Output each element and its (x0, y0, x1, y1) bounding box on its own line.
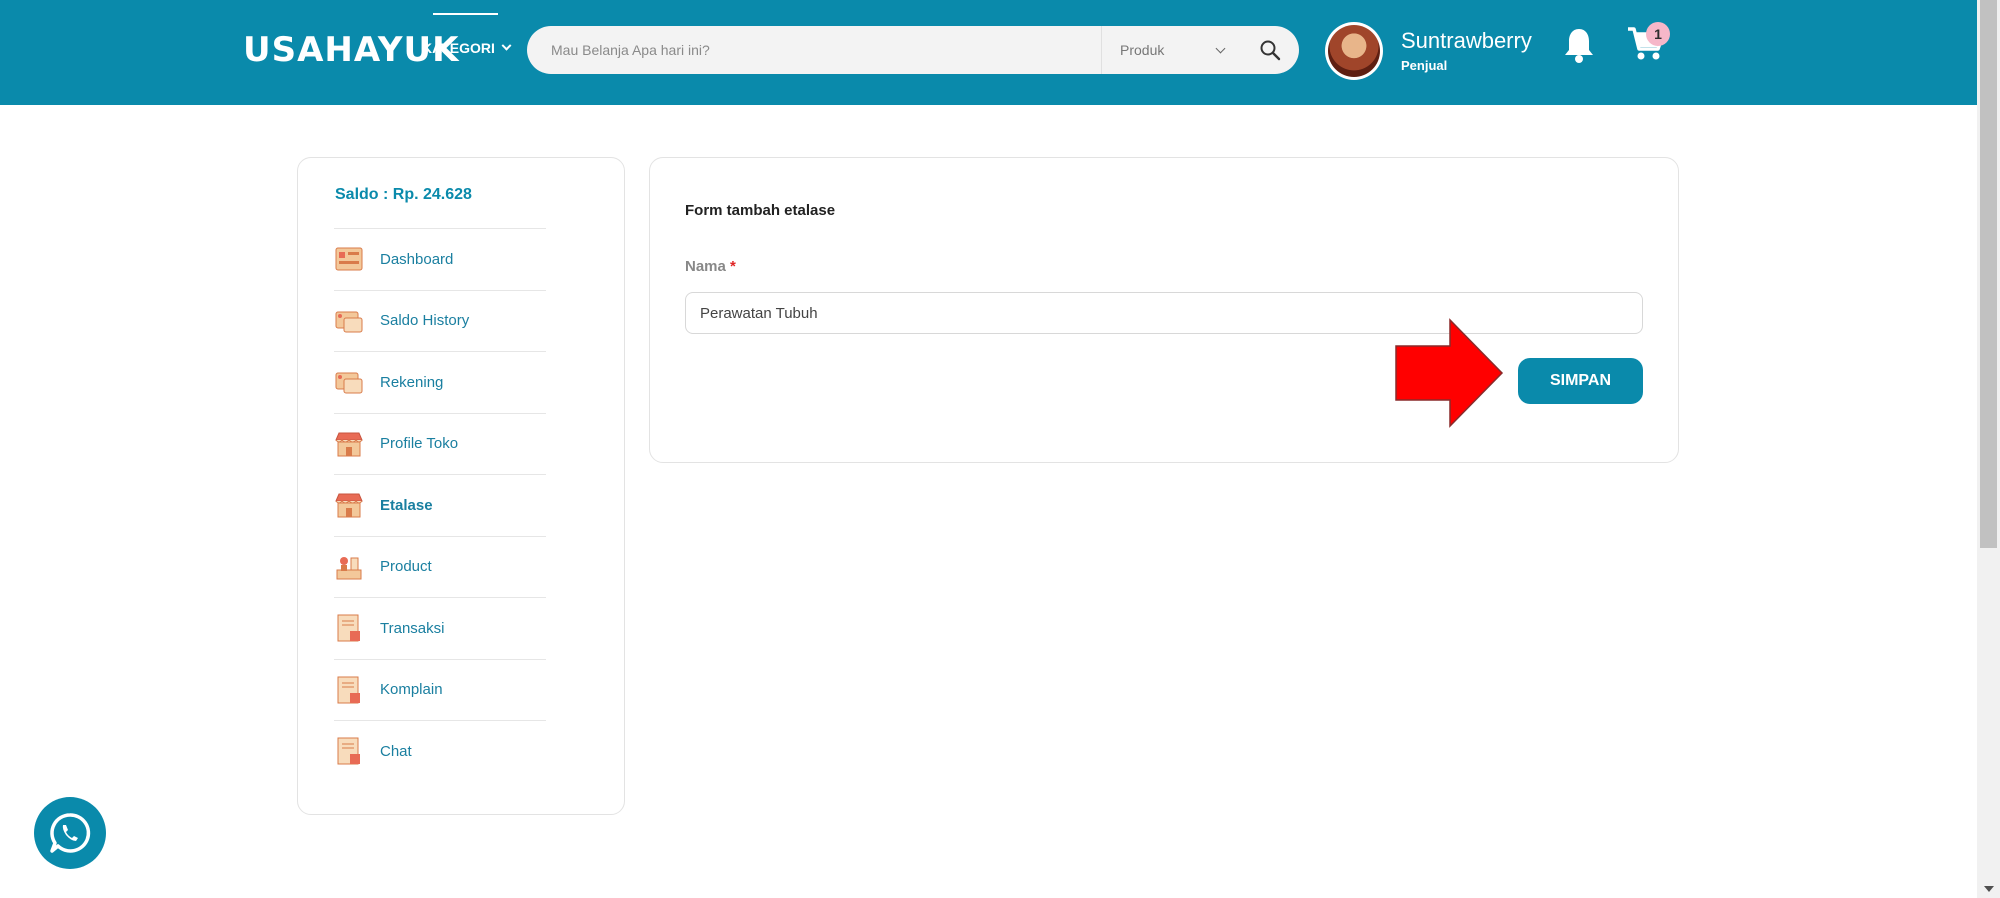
chat-document-icon (337, 737, 360, 765)
sidebar-item-transaksi[interactable]: Transaksi (334, 597, 546, 659)
name-field-label: Nama * (685, 258, 736, 275)
storefront-icon (335, 493, 363, 518)
sidebar-item-label: Transaksi (380, 619, 445, 637)
sidebar-item-label: Product (380, 558, 432, 576)
kategori-dropdown[interactable]: KATEGORI (422, 40, 512, 56)
kategori-active-indicator (433, 13, 498, 15)
complaint-document-icon (337, 676, 360, 704)
sidebar-item-label: Chat (380, 742, 412, 760)
sidebar-item-label: Rekening (380, 373, 444, 391)
sidebar-menu: Dashboard Saldo History Rekening Profile… (334, 228, 546, 782)
sidebar-item-saldo-history[interactable]: Saldo History (334, 289, 546, 352)
page-scrollbar[interactable] (1977, 0, 2000, 898)
search-icon (1260, 40, 1281, 61)
bell-icon (1565, 29, 1593, 63)
search-input[interactable] (527, 26, 1101, 74)
search-button[interactable] (1242, 26, 1298, 74)
page: USAHAYUK KATEGORI Produk Suntrawberry Pe… (0, 0, 2000, 898)
sidebar-item-dashboard[interactable]: Dashboard (334, 228, 546, 290)
sidebar-item-profile-toko[interactable]: Profile Toko (334, 412, 546, 475)
sidebar-item-etalase[interactable]: Etalase (334, 474, 546, 536)
simpan-button[interactable]: SIMPAN (1518, 358, 1643, 404)
bank-account-icon (335, 372, 363, 394)
sidebar-item-rekening[interactable]: Rekening (334, 351, 546, 413)
dashboard-icon (335, 247, 363, 271)
sidebar-item-komplain[interactable]: Komplain (334, 658, 546, 721)
add-etalase-form: Form tambah etalase Nama * SIMPAN (649, 157, 1679, 463)
scrollbar-thumb[interactable] (1980, 0, 1997, 548)
top-header: USAHAYUK KATEGORI Produk Suntrawberry Pe… (0, 0, 1977, 105)
whatsapp-button[interactable] (34, 797, 106, 869)
chevron-down-icon (1215, 43, 1226, 53)
sidebar-item-label: Saldo History (380, 312, 470, 330)
wallet-history-icon (335, 311, 363, 333)
search-bar: Produk (527, 26, 1299, 74)
name-label-text: Nama (685, 258, 726, 275)
store-icon (335, 432, 363, 457)
search-type-select[interactable]: Produk (1102, 26, 1242, 74)
sidebar-item-label: Komplain (380, 681, 443, 699)
transaction-document-icon (337, 614, 360, 642)
sidebar-item-product[interactable]: Product (334, 535, 546, 598)
avatar[interactable] (1325, 22, 1383, 80)
account-sidebar: Saldo : Rp. 24.628 Dashboard Saldo Histo… (297, 157, 625, 815)
annotation-arrow-icon (1395, 318, 1504, 428)
form-title: Form tambah etalase (685, 202, 836, 219)
sidebar-item-label: Etalase (380, 496, 433, 514)
avatar-image (1328, 25, 1380, 77)
user-name[interactable]: Suntrawberry (1401, 28, 1532, 54)
search-type-value: Produk (1120, 42, 1165, 58)
notification-button[interactable] (1562, 26, 1596, 69)
cart-count-badge: 1 (1646, 22, 1670, 46)
sidebar-item-chat[interactable]: Chat (334, 720, 546, 782)
saldo-balance: Saldo : Rp. 24.628 (335, 186, 472, 203)
sidebar-item-label: Profile Toko (380, 435, 459, 453)
scroll-down-arrow-icon[interactable] (1984, 886, 1994, 892)
kategori-label: KATEGORI (422, 40, 495, 56)
chevron-down-icon (501, 40, 512, 51)
whatsapp-icon (50, 813, 91, 853)
sidebar-item-label: Dashboard (380, 250, 454, 268)
required-marker: * (730, 258, 736, 275)
product-icon (336, 556, 362, 580)
user-role: Penjual (1401, 58, 1448, 73)
